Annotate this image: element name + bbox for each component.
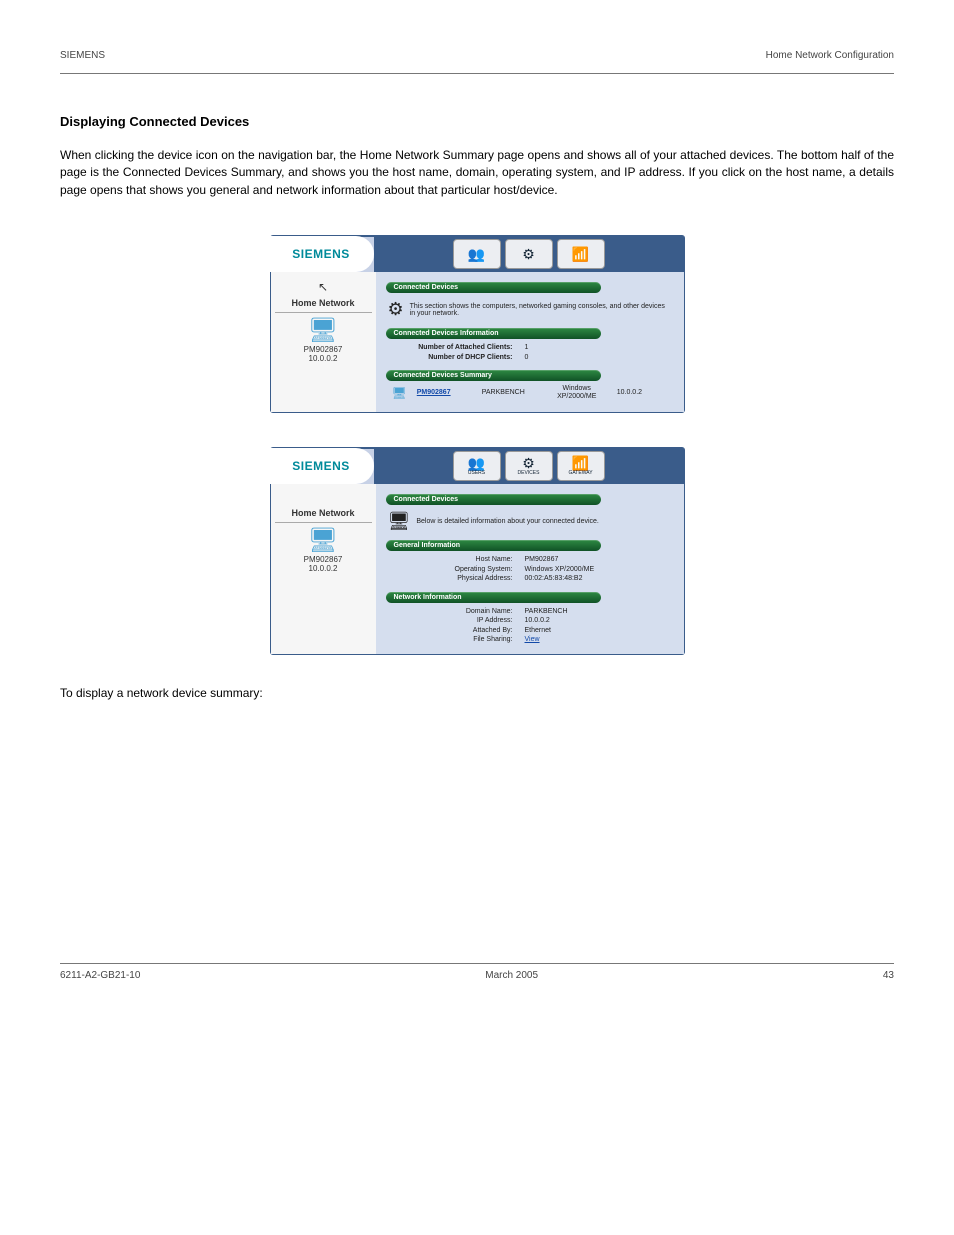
pill-network-info: Network Information [386, 592, 601, 603]
pill-connected-devices: Connected Devices [386, 494, 601, 505]
footer-docnum: 6211-A2-GB21-10 [60, 970, 140, 981]
gears-icon: ⚙ [522, 247, 535, 261]
brand-logo-text: SIEMENS [292, 247, 350, 261]
header-rule [60, 73, 894, 74]
value-physaddr: 00:02:A5:83:48:B2 [515, 574, 583, 583]
tab-users[interactable]: 👥 [453, 239, 501, 269]
tab-gateway-label: GATEWAY [568, 470, 592, 476]
sidebar-device-ip: 10.0.0.2 [275, 354, 372, 363]
doc-header-left: SIEMENS [60, 50, 105, 61]
summary-os: Windows XP/2000/ME [547, 385, 607, 400]
sidebar-device-ip: 10.0.0.2 [275, 564, 372, 573]
tab-gateway[interactable]: 📶 [557, 239, 605, 269]
summary-ip: 10.0.0.2 [617, 389, 672, 396]
tab-devices-label: DEVICES [518, 470, 540, 476]
footer-rule [60, 963, 894, 964]
value-os: Windows XP/2000/ME [515, 565, 595, 574]
gateway-icon: 📶 [572, 456, 589, 470]
monitor-icon: 🖥 [388, 511, 411, 532]
top-nav: 👥USERS ⚙DEVICES 📶GATEWAY [374, 448, 684, 484]
brand-logo: SIEMENS [269, 236, 374, 272]
value-hostname: PM902867 [515, 555, 559, 564]
label-dhcp-clients: Number of DHCP Clients: [398, 353, 513, 362]
doc-header-right: Home Network Configuration [766, 50, 894, 61]
cursor-icon: ↖ [275, 280, 372, 294]
users-icon: 👥 [468, 456, 485, 470]
instruction-text: To display a network device summary: [60, 685, 894, 702]
sidebar-device-name[interactable]: PM902867 [275, 345, 372, 354]
sidebar-title: Home Network [275, 298, 372, 313]
tab-devices[interactable]: ⚙ [505, 239, 553, 269]
screenshot-device-detail: SIEMENS 👥USERS ⚙DEVICES 📶GATEWAY Home Ne… [270, 447, 685, 655]
label-domain: Domain Name: [398, 607, 513, 616]
summary-hostname-link[interactable]: PM902867 [417, 389, 472, 396]
device-summary-row: 🖥 PM902867 PARKBENCH Windows XP/2000/ME … [386, 383, 674, 406]
value-attached-clients: 1 [515, 343, 529, 352]
sidebar-title: Home Network [275, 508, 372, 523]
sidebar: ↖ Home Network 🖥 PM902867 10.0.0.2 [271, 272, 376, 412]
users-icon: 👥 [468, 247, 485, 261]
label-attachedby: Attached By: [398, 626, 513, 635]
tab-users[interactable]: 👥USERS [453, 451, 501, 481]
sidebar-device-name[interactable]: PM902867 [275, 555, 372, 564]
tab-gateway[interactable]: 📶GATEWAY [557, 451, 605, 481]
monitor-icon: 🖥 [392, 386, 407, 400]
tab-users-label: USERS [468, 470, 485, 476]
section-description: This section shows the computers, networ… [410, 303, 672, 317]
label-attached-clients: Number of Attached Clients: [398, 343, 513, 352]
pill-devices-info: Connected Devices Information [386, 328, 601, 339]
value-ipaddr: 10.0.0.2 [515, 616, 550, 625]
section-description: Below is detailed information about your… [416, 518, 599, 525]
brand-logo: SIEMENS [269, 448, 374, 484]
pill-general-info: General Information [386, 540, 601, 551]
gears-icon: ⚙ [388, 299, 404, 320]
label-hostname: Host Name: [398, 555, 513, 564]
pill-connected-devices: Connected Devices [386, 282, 601, 293]
value-attachedby: Ethernet [515, 626, 551, 635]
brand-logo-text: SIEMENS [292, 459, 350, 473]
section-heading: Displaying Connected Devices [60, 114, 894, 129]
monitor-icon: 🖥 [275, 319, 372, 343]
intro-paragraph: When clicking the device icon on the nav… [60, 147, 894, 199]
value-dhcp-clients: 0 [515, 353, 529, 362]
top-nav: 👥 ⚙ 📶 [374, 236, 684, 272]
label-physaddr: Physical Address: [398, 574, 513, 583]
footer-date: March 2005 [485, 970, 538, 981]
sidebar: Home Network 🖥 PM902867 10.0.0.2 [271, 484, 376, 654]
gears-icon: ⚙ [522, 456, 535, 470]
value-domain: PARKBENCH [515, 607, 568, 616]
footer-page: 43 [883, 970, 894, 981]
screenshot-connected-devices: SIEMENS 👥 ⚙ 📶 ↖ Home Network 🖥 PM902867 … [270, 235, 685, 413]
tab-devices[interactable]: ⚙DEVICES [505, 451, 553, 481]
label-os: Operating System: [398, 565, 513, 574]
link-filesharing-view[interactable]: View [515, 635, 540, 644]
pill-devices-summary: Connected Devices Summary [386, 370, 601, 381]
content-area: Connected Devices 🖥 Below is detailed in… [376, 484, 684, 654]
gateway-icon: 📶 [572, 247, 589, 261]
monitor-icon: 🖥 [275, 529, 372, 553]
summary-domain: PARKBENCH [482, 389, 537, 396]
label-ipaddr: IP Address: [398, 616, 513, 625]
label-filesharing: File Sharing: [398, 635, 513, 644]
content-area: Connected Devices ⚙ This section shows t… [376, 272, 684, 412]
